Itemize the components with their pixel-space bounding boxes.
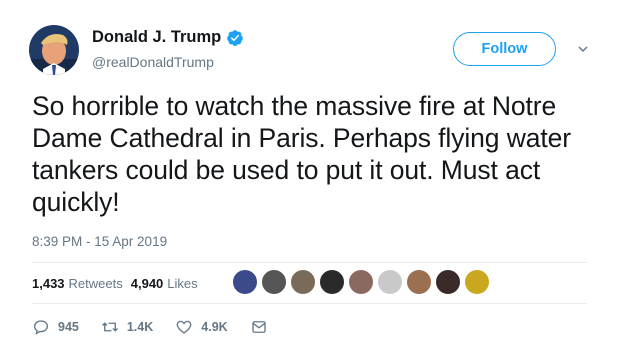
like-action[interactable]: 4.9K	[175, 318, 228, 336]
retweets-count: 1,433	[32, 276, 65, 291]
tweet-timestamp[interactable]: 8:39 PM - 15 Apr 2019	[32, 234, 167, 249]
liker-avatar-2[interactable]	[261, 269, 287, 295]
divider-bottom	[32, 303, 587, 304]
liker-avatar-7[interactable]	[406, 269, 432, 295]
likes-count: 4,940	[130, 276, 164, 291]
liker-avatar-9[interactable]	[464, 269, 490, 295]
liker-avatars	[232, 269, 493, 295]
retweets-stat[interactable]: 1,433 Retweets	[32, 276, 123, 291]
author-name-row: Donald J. Trump	[92, 28, 244, 47]
retweets-label: Retweets	[68, 276, 123, 291]
envelope-icon	[251, 321, 266, 333]
profile-avatar[interactable]	[29, 25, 79, 75]
like-count: 4.9K	[201, 320, 228, 334]
verified-badge-icon	[226, 29, 244, 47]
chevron-down-icon[interactable]	[577, 42, 589, 54]
likes-stat[interactable]: 4,940 Likes	[131, 276, 198, 291]
retweet-icon	[101, 322, 118, 332]
follow-button[interactable]: Follow	[453, 32, 556, 66]
heart-icon	[176, 320, 192, 334]
divider-top	[32, 262, 587, 263]
liker-avatar-8[interactable]	[435, 269, 461, 295]
liker-avatar-5[interactable]	[348, 269, 374, 295]
liker-avatar-6[interactable]	[377, 269, 403, 295]
direct-message-action[interactable]	[250, 318, 276, 336]
retweet-count: 1.4K	[126, 320, 154, 334]
display-name[interactable]: Donald J. Trump	[92, 28, 221, 47]
tweet-stats: 1,433 Retweets 4,940 Likes	[32, 276, 206, 291]
retweet-action[interactable]: 1.4K	[101, 318, 153, 336]
tweet-text: So horrible to watch the massive fire at…	[32, 91, 571, 217]
user-handle[interactable]: @realDonaldTrump	[92, 54, 214, 70]
likes-label: Likes	[167, 276, 198, 291]
liker-avatar-3[interactable]	[290, 269, 316, 295]
reply-icon	[33, 320, 49, 335]
tweet-actions: 945 1.4K 4.9K	[32, 318, 298, 336]
liker-avatar-4[interactable]	[319, 269, 345, 295]
reply-count: 945	[58, 320, 79, 334]
liker-avatar-1[interactable]	[232, 269, 258, 295]
reply-action[interactable]: 945	[32, 318, 79, 336]
